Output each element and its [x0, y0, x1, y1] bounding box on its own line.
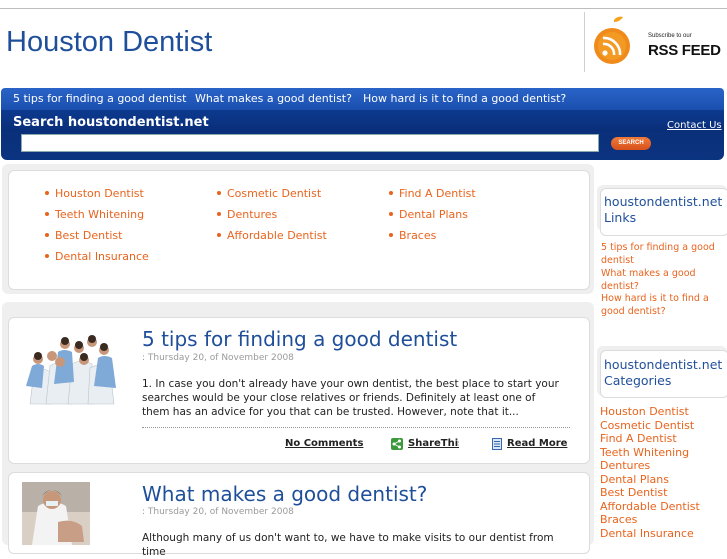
- bullet-icon: [389, 191, 393, 195]
- link-label[interactable]: Teeth Whitening: [55, 208, 144, 221]
- rss-feed-text[interactable]: RSS FEED: [648, 42, 721, 59]
- document-icon[interactable]: [492, 438, 502, 450]
- link-affordable-dentist[interactable]: Affordable Dentist: [217, 229, 327, 242]
- sidebar-category[interactable]: Best Dentist: [600, 486, 667, 499]
- link-cosmetic-dentist[interactable]: Cosmetic Dentist: [217, 187, 321, 200]
- bullet-icon: [45, 233, 49, 237]
- post-title[interactable]: 5 tips for finding a good dentist: [142, 327, 457, 351]
- sidebar-heading-line: houstondentist.net: [604, 357, 723, 372]
- link-dental-insurance[interactable]: Dental Insurance: [45, 250, 149, 263]
- sidebar-link[interactable]: How hard is it to find a good dentist?: [601, 293, 723, 318]
- sidebar-category[interactable]: Dental Plans: [600, 473, 669, 486]
- sidebar-category[interactable]: Houston Dentist: [600, 405, 689, 418]
- sidebar-link[interactable]: What makes a good dentist?: [601, 268, 723, 293]
- dentist-team-photo: [26, 335, 116, 405]
- bullet-icon: [389, 212, 393, 216]
- sidebar-heading-line: houstondentist.net: [604, 194, 723, 209]
- sidebar-categories-heading: houstondentist.net Categories: [604, 357, 722, 389]
- post-divider: [142, 427, 570, 428]
- search-bar: Search houstondentist.net Contact Us SEA…: [1, 110, 724, 160]
- share-icon[interactable]: [391, 438, 403, 450]
- bullet-icon: [217, 191, 221, 195]
- link-label[interactable]: Dental Insurance: [55, 250, 149, 263]
- link-label[interactable]: Dentures: [227, 208, 277, 221]
- link-label[interactable]: Houston Dentist: [55, 187, 144, 200]
- rss-subscribe-text: Subscribe to our: [648, 33, 692, 39]
- bullet-icon: [217, 212, 221, 216]
- nav-item-5-tips[interactable]: 5 tips for finding a good dentist: [13, 92, 186, 105]
- read-more-link[interactable]: Read More: [507, 438, 567, 449]
- link-houston-dentist[interactable]: Houston Dentist: [45, 187, 144, 200]
- post-excerpt: 1. In case you don't already have your o…: [142, 378, 559, 418]
- sidebar-category[interactable]: Teeth Whitening: [600, 446, 689, 459]
- sidebar-category[interactable]: Affordable Dentist: [600, 500, 700, 513]
- rss-separator: [584, 12, 585, 72]
- bullet-icon: [45, 254, 49, 258]
- link-find-a-dentist[interactable]: Find A Dentist: [389, 187, 476, 200]
- sidebar-category[interactable]: Braces: [600, 513, 637, 526]
- rss-apple-icon[interactable]: [590, 16, 634, 66]
- top-nav: 5 tips for finding a good dentist What m…: [1, 88, 724, 110]
- nav-item-what-makes[interactable]: What makes a good dentist?: [195, 92, 352, 105]
- post-title[interactable]: What makes a good dentist?: [142, 482, 427, 506]
- search-label: Search houstondentist.net: [13, 115, 209, 130]
- search-input[interactable]: [21, 134, 599, 152]
- sidebar-category[interactable]: Find A Dentist: [600, 432, 677, 445]
- bullet-icon: [389, 233, 393, 237]
- link-label[interactable]: Cosmetic Dentist: [227, 187, 321, 200]
- link-label[interactable]: Find A Dentist: [399, 187, 476, 200]
- link-label[interactable]: Affordable Dentist: [227, 229, 327, 242]
- sidebar-category[interactable]: Dental Insurance: [600, 527, 694, 540]
- dentist-patient-photo: [22, 482, 90, 545]
- link-label[interactable]: Dental Plans: [399, 208, 468, 221]
- link-teeth-whitening[interactable]: Teeth Whitening: [45, 208, 144, 221]
- link-label[interactable]: Best Dentist: [55, 229, 122, 242]
- contact-us-link[interactable]: Contact Us: [667, 120, 722, 131]
- link-braces[interactable]: Braces: [389, 229, 436, 242]
- site-title[interactable]: Houston Dentist: [6, 26, 212, 59]
- share-this-link[interactable]: ShareThis: [408, 438, 459, 449]
- no-comments-link[interactable]: No Comments: [285, 438, 363, 449]
- bullet-icon: [45, 212, 49, 216]
- link-best-dentist[interactable]: Best Dentist: [45, 229, 122, 242]
- sidebar-heading-line: Links: [604, 210, 637, 225]
- sidebar-heading-line: Categories: [604, 373, 672, 388]
- link-dental-plans[interactable]: Dental Plans: [389, 208, 468, 221]
- top-divider: [0, 8, 727, 9]
- nav-item-how-hard[interactable]: How hard is it to find a good dentist?: [363, 92, 566, 105]
- link-label[interactable]: Braces: [399, 229, 436, 242]
- link-dentures[interactable]: Dentures: [217, 208, 277, 221]
- bullet-icon: [217, 233, 221, 237]
- sidebar-category[interactable]: Dentures: [600, 459, 650, 472]
- sidebar-category[interactable]: Cosmetic Dentist: [600, 419, 694, 432]
- bullet-icon: [45, 191, 49, 195]
- search-button[interactable]: SEARCH: [611, 137, 651, 150]
- sidebar-link[interactable]: 5 tips for finding a good dentist: [601, 242, 723, 267]
- post-date: : Thursday 20, of November 2008: [142, 507, 294, 517]
- post-date: : Thursday 20, of November 2008: [142, 353, 294, 363]
- post-excerpt: Although many of us don't want to, we ha…: [142, 532, 554, 558]
- sidebar-links-heading: houstondentist.net Links: [604, 194, 722, 226]
